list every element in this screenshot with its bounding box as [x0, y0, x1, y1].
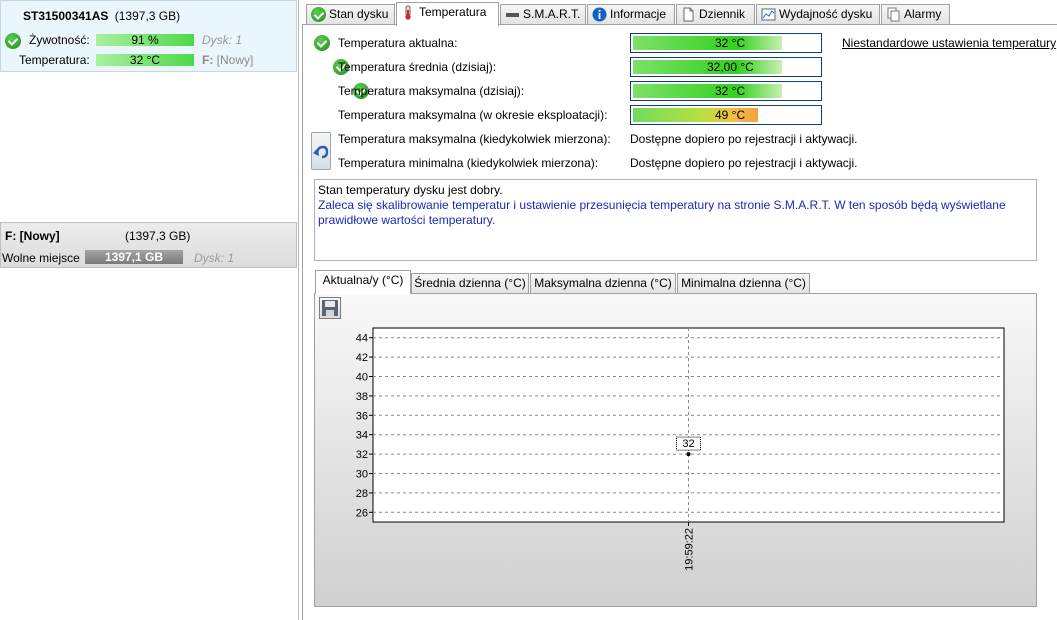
- temp-min-ever-value: Dostępne dopiero po rejestracji i aktywa…: [630, 156, 858, 170]
- y-tick-label: 30: [356, 469, 368, 481]
- temp-current-gauge: 32 °C: [630, 33, 822, 53]
- y-tick-label: 36: [356, 410, 368, 422]
- performance-chart-icon: [761, 8, 776, 21]
- health-ok-icon: [5, 33, 21, 49]
- free-space-bar: 1397,1 GB: [85, 250, 183, 264]
- temp-max-today-fill: 32 °C: [633, 84, 782, 98]
- disk-title: ST31500341AS (1397,3 GB): [23, 9, 180, 23]
- partition-card[interactable]: F: [Nowy] (1397,3 GB) Wolne miejsce 1397…: [0, 222, 297, 268]
- tab-alarms[interactable]: Alarmy: [881, 4, 950, 25]
- y-tick-label: 38: [356, 391, 368, 403]
- check-circle-icon: [311, 7, 326, 22]
- partition-disk-ref: Dysk: 1: [194, 251, 235, 265]
- temp-label: Temperatura:: [19, 53, 90, 67]
- tab-log[interactable]: Dziennik: [676, 4, 755, 25]
- temp-current-fill: 32 °C: [633, 36, 782, 50]
- tab-info[interactable]: Informacje: [587, 4, 675, 25]
- temp-max-lifetime-gauge: 49 °C: [630, 105, 822, 125]
- temp-max-lifetime-label: Temperatura maksymalna (w okresie eksplo…: [338, 108, 608, 122]
- free-space-label: Wolne miejsce: [2, 251, 80, 265]
- y-tick-label: 32: [356, 449, 368, 461]
- y-tick-label: 44: [356, 333, 368, 345]
- tab-disk-performance[interactable]: Wydajność dysku: [756, 4, 880, 25]
- temperature-message-box: Stan temperatury dysku jest dobry. Zalec…: [314, 179, 1037, 261]
- temp-max-today-gauge: 32 °C: [630, 81, 822, 101]
- x-tick-label: 19:59:22: [684, 528, 696, 571]
- calibration-message: Zaleca się skalibrowanie temperatur i us…: [318, 198, 1006, 227]
- save-chart-button[interactable]: [319, 297, 341, 319]
- disk-size: (1397,3 GB): [114, 9, 181, 23]
- health-bar: 91 %: [96, 34, 194, 46]
- info-icon: [592, 7, 607, 22]
- disk-card[interactable]: ST31500341AS (1397,3 GB) Żywotność: 91 %…: [0, 0, 297, 72]
- temp-avg-label: Temperatura średnia (dzisiaj):: [338, 60, 497, 74]
- y-tick-label: 26: [356, 507, 368, 519]
- temp-max-today-label: Temperatura maksymalna (dzisiaj):: [338, 84, 525, 98]
- temp-part-ref: F: [Nowy]: [202, 53, 254, 67]
- refresh-button[interactable]: [311, 132, 331, 170]
- partition-name: F: [Nowy]: [5, 229, 60, 243]
- data-label: 32: [682, 438, 694, 450]
- temp-avg-gauge: 32,00 °C: [630, 57, 822, 77]
- disk-list-panel: ST31500341AS (1397,3 GB) Żywotność: 91 %…: [0, 0, 299, 620]
- health-disk-ref: Dysk: 1: [202, 33, 243, 47]
- thermometer-icon: [405, 5, 411, 20]
- chart-tab-current[interactable]: Aktualna/y (°C): [315, 270, 411, 294]
- disk-drive-icon: [506, 13, 519, 17]
- y-tick-label: 34: [356, 430, 368, 442]
- temp-bar: 32 °C: [96, 54, 194, 66]
- main-tabs: Stan dysku Temperatura S.M.A.R.T. Inform…: [302, 2, 1057, 26]
- status-message: Stan temperatury dysku jest dobry.: [318, 183, 503, 197]
- chart-tab-daily-max[interactable]: Maksymalna dzienna (°C): [530, 273, 676, 293]
- chart-tab-daily-avg[interactable]: Średnia dzienna (°C): [411, 273, 529, 293]
- y-tick-label: 42: [356, 352, 368, 364]
- undo-arrow-icon: [313, 145, 329, 159]
- tab-smart[interactable]: S.M.A.R.T.: [500, 4, 586, 25]
- data-point: [686, 452, 691, 457]
- custom-temp-settings-link[interactable]: Niestandardowe ustawienia temperatury: [842, 36, 1056, 50]
- temp-max-ever-value: Dostępne dopiero po rejestracji i aktywa…: [630, 132, 858, 146]
- temp-max-lifetime-fill: 49 °C: [633, 108, 758, 122]
- temp-current-label: Temperatura aktualna:: [338, 36, 458, 50]
- temp-max-ever-label: Temperatura maksymalna (kiedykolwiek mie…: [338, 132, 611, 146]
- temp-min-ever-label: Temperatura minimalna (kiedykolwiek mier…: [338, 156, 599, 170]
- temp-avg-fill: 32,00 °C: [633, 60, 782, 74]
- y-tick-label: 28: [356, 488, 368, 500]
- document-icon: [683, 7, 694, 22]
- disk-name: ST31500341AS: [23, 9, 109, 23]
- tab-disk-status[interactable]: Stan dysku: [306, 4, 395, 25]
- temperature-chart: 26 28 30 32 34 36 38 40 42 44 19:59:22 32: [356, 327, 1005, 571]
- ok-icon: [314, 35, 330, 51]
- partition-size: (1397,3 GB): [125, 229, 191, 243]
- alarm-pages-icon: [887, 7, 900, 22]
- tab-temperature[interactable]: Temperatura: [396, 2, 499, 26]
- chart-tab-daily-min[interactable]: Minimalna dzienna (°C): [677, 273, 810, 293]
- floppy-save-icon: [322, 300, 338, 316]
- health-label: Żywotność:: [29, 33, 90, 47]
- y-tick-label: 40: [356, 372, 368, 384]
